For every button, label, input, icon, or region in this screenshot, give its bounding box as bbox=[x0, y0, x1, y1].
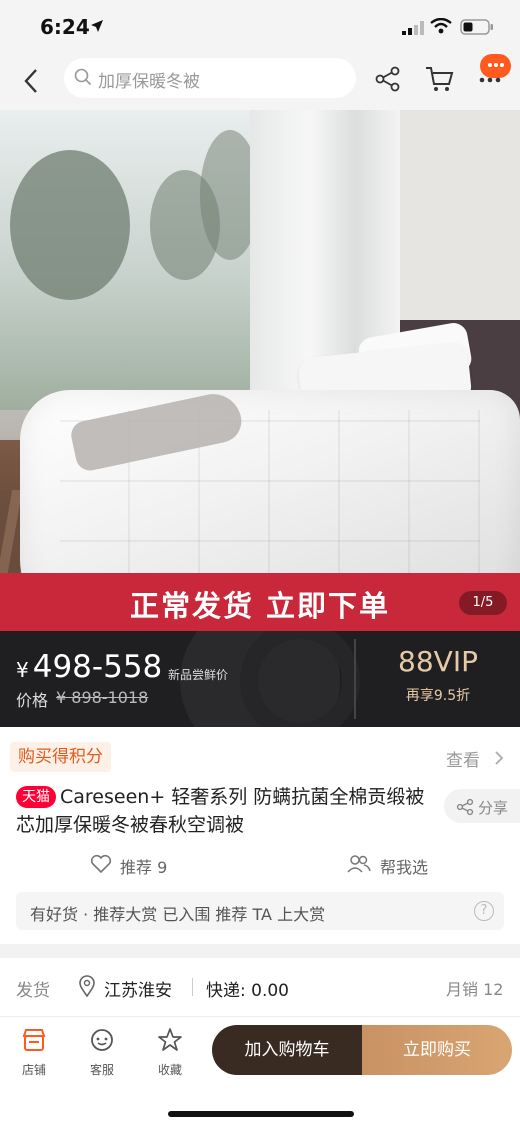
back-icon[interactable] bbox=[18, 66, 46, 96]
product-page: 6:24 加厚保暖冬被 正常发货 立即下单 1/5 ¥ 498-558 新品尝鲜… bbox=[0, 0, 520, 1126]
recommend-button[interactable]: 推荐 9 bbox=[120, 854, 167, 878]
vip-title[interactable]: 88VIP bbox=[356, 645, 520, 678]
monthly-sales: 月销 12 bbox=[446, 980, 504, 999]
buy-now-button[interactable]: 立即购买 bbox=[362, 1025, 512, 1075]
price-tag: 新品尝鲜价 bbox=[168, 668, 229, 682]
shipping-label: 发货 bbox=[16, 981, 50, 1001]
home-indicator bbox=[168, 1111, 354, 1117]
tab-favorite[interactable]: 收藏 bbox=[146, 1027, 194, 1078]
bottom-action-bar: 店铺 客服 收藏 加入购物车 立即购买 bbox=[0, 1016, 520, 1126]
promo-banner: 正常发货 立即下单 1/5 bbox=[0, 573, 520, 631]
vip-discount[interactable]: 再享9.5折 bbox=[356, 685, 520, 705]
points-row[interactable]: 购买得积分 查看 bbox=[0, 727, 520, 783]
share-icon bbox=[456, 798, 474, 820]
tab-customer-service-label: 客服 bbox=[89, 1063, 114, 1077]
people-icon bbox=[346, 854, 372, 878]
points-view-link[interactable]: 查看 bbox=[446, 746, 480, 771]
recommend-row: 推荐 9 帮我选 bbox=[0, 846, 520, 886]
good-goods-row[interactable]: 有好货 · 推荐大赏 已入围 推荐 TA 上大赏 ? bbox=[16, 892, 504, 930]
tab-store-label: 店铺 bbox=[21, 1063, 46, 1077]
more-dots-icon bbox=[476, 70, 506, 90]
good-goods-text: 有好货 · 推荐大赏 已入围 推荐 TA 上大赏 bbox=[30, 905, 326, 924]
question-icon[interactable]: ? bbox=[474, 901, 494, 921]
shipping-divider bbox=[192, 978, 193, 996]
banner-text: 正常发货 立即下单 bbox=[129, 589, 391, 623]
price-bar: ¥498-558 新品尝鲜价 价格 ¥ 898-1018 88VIP 再享9.5… bbox=[0, 631, 520, 727]
cart-icon[interactable] bbox=[424, 64, 454, 94]
add-to-cart-button[interactable]: 加入购物车 bbox=[212, 1025, 362, 1075]
cellular-signal-icon bbox=[402, 20, 424, 39]
nav-bar: 加厚保暖冬被 bbox=[0, 54, 520, 110]
product-title: 天猫 Careseen+ 轻奢系列 防螨抗菌全棉贡缎被芯加厚保暖冬被春秋空调被 bbox=[16, 783, 436, 839]
points-badge: 购买得积分 bbox=[10, 742, 111, 772]
image-page-indicator: 1/5 bbox=[459, 591, 507, 615]
search-input[interactable]: 加厚保暖冬被 bbox=[64, 58, 356, 98]
wifi-icon bbox=[430, 17, 452, 38]
status-bar: 6:24 bbox=[0, 0, 520, 54]
star-icon bbox=[146, 1027, 194, 1057]
original-price: ¥ 898-1018 bbox=[56, 688, 149, 707]
hero-tree bbox=[10, 150, 130, 300]
location-arrow-icon bbox=[90, 18, 104, 37]
shipping-fee: 快递: 0.00 bbox=[206, 981, 289, 1001]
tab-favorite-label: 收藏 bbox=[157, 1063, 182, 1077]
tmall-badge: 天猫 bbox=[16, 786, 56, 808]
original-price-label: 价格 bbox=[16, 691, 49, 710]
heart-icon[interactable] bbox=[90, 854, 112, 878]
product-image-carousel[interactable] bbox=[0, 110, 520, 573]
product-title-text: Careseen+ 轻奢系列 防螨抗菌全棉贡缎被芯加厚保暖冬被春秋空调被 bbox=[16, 786, 425, 836]
price-main: ¥498-558 bbox=[16, 649, 162, 685]
tab-customer-service[interactable]: 客服 bbox=[78, 1027, 126, 1078]
shipping-location: 江苏淮安 bbox=[104, 981, 172, 1001]
share-button[interactable]: 分享 bbox=[444, 789, 520, 823]
battery-icon bbox=[460, 19, 494, 39]
search-icon bbox=[74, 68, 92, 90]
search-placeholder: 加厚保暖冬被 bbox=[98, 72, 200, 92]
location-pin-icon bbox=[78, 975, 96, 1001]
share-icon[interactable] bbox=[374, 65, 402, 93]
price-decoration bbox=[240, 631, 360, 727]
shipping-row[interactable]: 发货 江苏淮安 快递: 0.00 月销 12 bbox=[0, 958, 520, 1016]
status-time: 6:24 bbox=[40, 15, 90, 39]
share-label: 分享 bbox=[478, 799, 509, 817]
store-icon bbox=[10, 1027, 58, 1057]
chevron-right-icon bbox=[494, 750, 504, 769]
tab-store[interactable]: 店铺 bbox=[10, 1027, 58, 1078]
customer-service-icon bbox=[78, 1027, 126, 1057]
help-me-choose-button[interactable]: 帮我选 bbox=[380, 854, 428, 878]
price-currency: ¥ bbox=[16, 658, 29, 682]
price-range: 498-558 bbox=[32, 649, 163, 685]
section-gap bbox=[0, 944, 520, 958]
